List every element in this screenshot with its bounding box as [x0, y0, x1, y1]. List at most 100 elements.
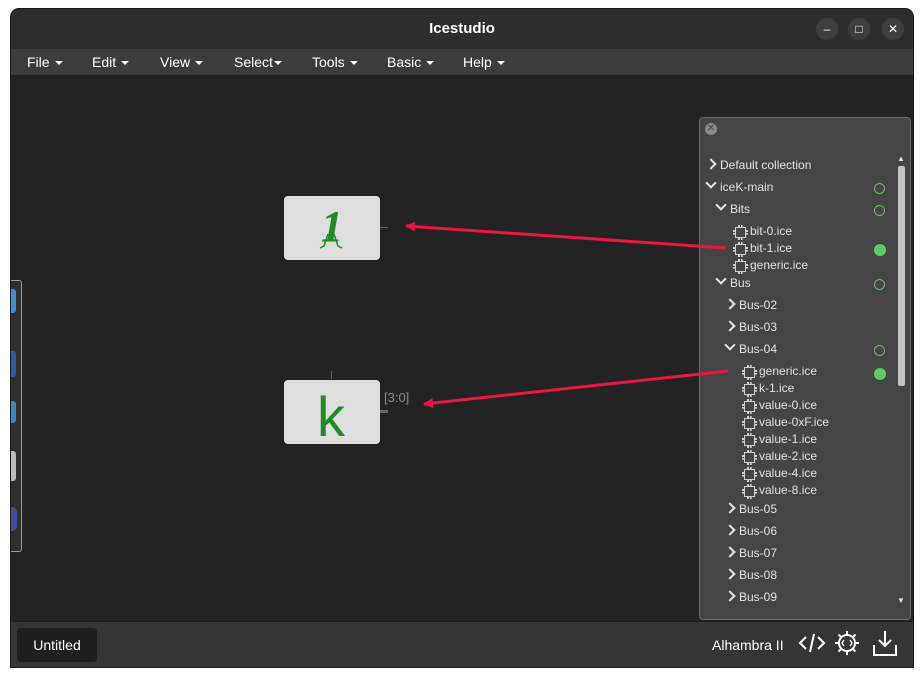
- chevron-down-icon[interactable]: [715, 273, 727, 285]
- status-ring-icon: [874, 205, 885, 216]
- dock-item[interactable]: [11, 289, 16, 313]
- output-pin[interactable]: [380, 227, 388, 228]
- scroll-up-icon[interactable]: ▲: [897, 154, 905, 163]
- chip-icon: [733, 259, 748, 274]
- output-pin[interactable]: [380, 410, 388, 413]
- menu-basic[interactable]: Basic: [387, 54, 435, 70]
- status-ring-icon: [874, 279, 885, 290]
- tree-item-bus-08[interactable]: Bus-08: [739, 568, 777, 582]
- bottom-bar: Untitled Alhambra II: [11, 621, 913, 667]
- menu-select[interactable]: Select: [234, 54, 282, 70]
- menu-label: Help: [463, 54, 492, 70]
- tree-item-bus-02[interactable]: Bus-02: [739, 298, 777, 312]
- board-selector[interactable]: Alhambra II: [712, 637, 784, 653]
- maximize-button[interactable]: □: [848, 18, 870, 40]
- menu-label: Tools: [312, 54, 345, 70]
- dock-item[interactable]: [11, 507, 17, 531]
- close-button[interactable]: ✕: [882, 18, 904, 40]
- chevron-down-icon[interactable]: [724, 339, 736, 351]
- menu-label: Edit: [92, 54, 117, 70]
- download-icon[interactable]: [871, 629, 899, 657]
- window-title: Icestudio: [429, 20, 495, 37]
- tree-item-value-4[interactable]: value-4.ice: [759, 466, 817, 480]
- chip-icon: [742, 433, 757, 448]
- minimize-button[interactable]: –: [816, 18, 838, 40]
- menu-label: Basic: [387, 54, 422, 70]
- status-dot-icon: [874, 244, 886, 256]
- chevron-right-icon[interactable]: [724, 568, 736, 580]
- menu-label: File: [27, 54, 50, 70]
- caret-down-icon: [121, 61, 130, 66]
- constant-block-bus[interactable]: k: [284, 380, 380, 448]
- k-glyph: k: [317, 385, 346, 448]
- tree-item-bus-07[interactable]: Bus-07: [739, 546, 777, 560]
- collections-panel: ✕ Default collection iceK-main Bits bit-…: [699, 117, 911, 620]
- chip-icon: [742, 382, 757, 397]
- caret-down-icon: [349, 61, 358, 66]
- tree-item-bus-04[interactable]: Bus-04: [739, 342, 777, 356]
- scroll-down-icon[interactable]: ▼: [897, 596, 905, 605]
- tree-item-bit-0[interactable]: bit-0.ice: [750, 224, 792, 238]
- bit-one-glyph: 1: [319, 202, 343, 251]
- tree-item-bus-05[interactable]: Bus-05: [739, 502, 777, 516]
- chip-icon: [742, 467, 757, 482]
- scroll-thumb[interactable]: [898, 166, 905, 386]
- tree-item-bus-09[interactable]: Bus-09: [739, 590, 777, 604]
- menu-bar: File Edit View Select Tools Basic Help: [11, 49, 913, 76]
- menu-label: Select: [234, 54, 273, 70]
- tree-item-value-0xf[interactable]: value-0xF.ice: [759, 415, 829, 429]
- status-ring-icon: [874, 183, 885, 194]
- chip-icon: [742, 484, 757, 499]
- tree-item-bus-06[interactable]: Bus-06: [739, 524, 777, 538]
- chip-icon: [742, 365, 757, 380]
- menu-label: View: [160, 54, 191, 70]
- dock-item[interactable]: [11, 451, 16, 481]
- tree-item-value-2[interactable]: value-2.ice: [759, 449, 817, 463]
- menu-tools[interactable]: Tools: [312, 54, 358, 70]
- tree-item-generic[interactable]: generic.ice: [750, 258, 808, 272]
- caret-down-icon: [273, 61, 282, 66]
- tree-item-value-0[interactable]: value-0.ice: [759, 398, 817, 412]
- chevron-right-icon[interactable]: [705, 158, 717, 170]
- gear-chip-icon[interactable]: [833, 629, 861, 657]
- menu-view[interactable]: View: [160, 54, 204, 70]
- tree-item-bus[interactable]: Bus: [730, 276, 751, 290]
- tree-item-bus-03[interactable]: Bus-03: [739, 320, 777, 334]
- tree-item-bit-1[interactable]: bit-1.ice: [750, 241, 792, 255]
- chevron-right-icon[interactable]: [724, 546, 736, 558]
- chip-icon: [742, 399, 757, 414]
- close-icon[interactable]: ✕: [705, 123, 717, 135]
- bus-width-label: [3:0]: [384, 390, 410, 405]
- tree-item-bits[interactable]: Bits: [730, 202, 750, 216]
- tree-item-icek-main[interactable]: iceK-main: [720, 180, 773, 194]
- chevron-right-icon[interactable]: [724, 524, 736, 536]
- tree-item-value-1[interactable]: value-1.ice: [759, 432, 817, 446]
- chip-icon: [742, 450, 757, 465]
- dock-item[interactable]: [11, 351, 16, 377]
- chevron-down-icon[interactable]: [715, 199, 727, 211]
- menu-file[interactable]: File: [27, 54, 63, 70]
- chevron-right-icon[interactable]: [724, 298, 736, 310]
- chip-icon: [742, 416, 757, 431]
- chevron-right-icon[interactable]: [724, 320, 736, 332]
- chip-icon: [733, 242, 748, 257]
- chevron-right-icon[interactable]: [724, 590, 736, 602]
- chevron-down-icon[interactable]: [705, 177, 717, 189]
- constant-block-bit[interactable]: 1: [284, 196, 380, 260]
- left-dock[interactable]: [11, 280, 22, 552]
- tree-item-k-1[interactable]: k-1.ice: [759, 381, 794, 395]
- input-pin[interactable]: [331, 371, 332, 379]
- chevron-right-icon[interactable]: [724, 502, 736, 514]
- code-icon[interactable]: [798, 629, 826, 657]
- caret-down-icon: [496, 61, 505, 66]
- title-bar: Icestudio – □ ✕: [11, 9, 913, 49]
- tree-item-value-8[interactable]: value-8.ice: [759, 483, 817, 497]
- tree-item-default-collection[interactable]: Default collection: [720, 158, 811, 172]
- tree-item-generic[interactable]: generic.ice: [759, 364, 817, 378]
- menu-edit[interactable]: Edit: [92, 54, 130, 70]
- tab-untitled[interactable]: Untitled: [17, 628, 97, 662]
- caret-down-icon: [426, 61, 435, 66]
- panel-scrollbar[interactable]: ▲ ▼: [896, 154, 906, 618]
- dock-item[interactable]: [11, 401, 16, 423]
- menu-help[interactable]: Help: [463, 54, 505, 70]
